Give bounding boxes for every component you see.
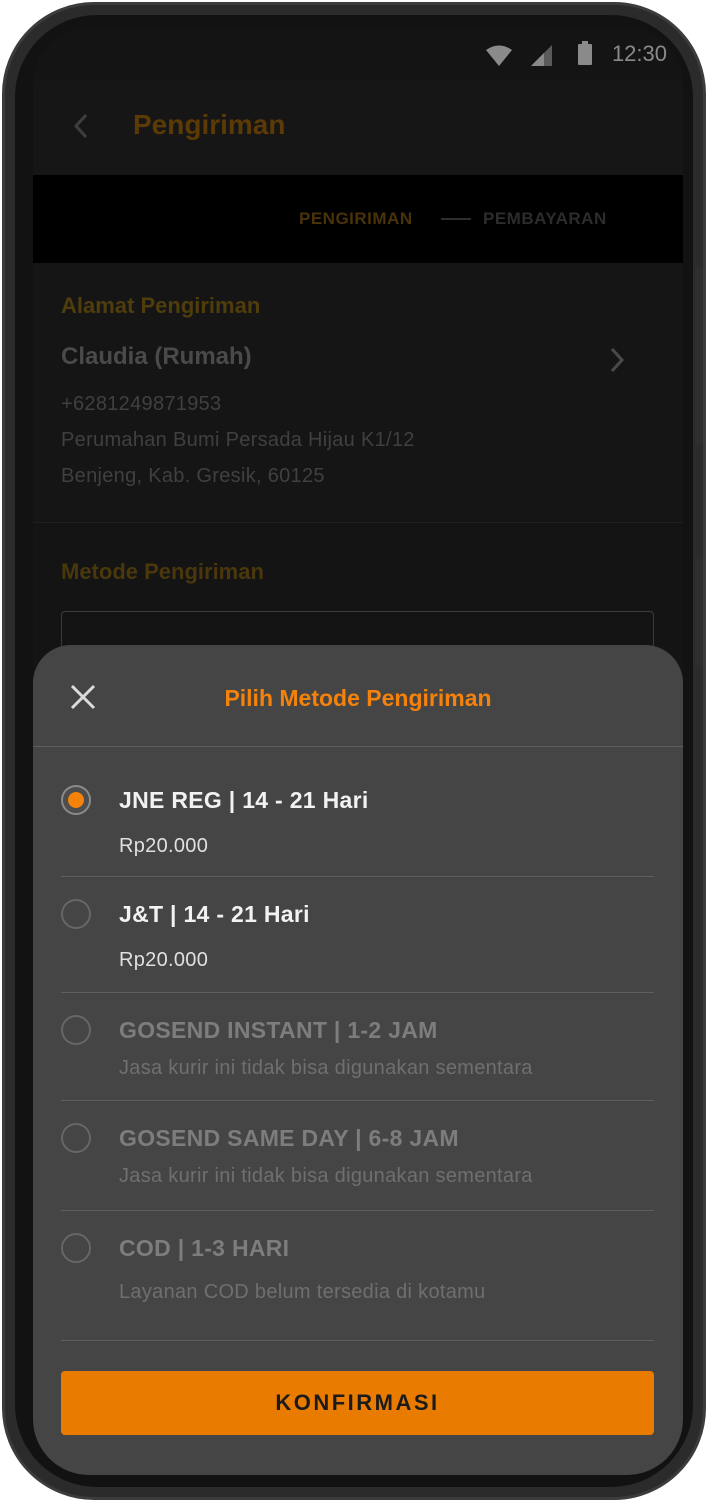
- power-button: [695, 267, 703, 445]
- option-title: GOSEND INSTANT | 1-2 JAM: [119, 1017, 438, 1043]
- address-line-2: Benjeng, Kab. Gresik, 60125: [61, 465, 325, 487]
- option-jne-reg[interactable]: JNE REG | 14 - 21 Hari Rp20.000: [61, 747, 654, 877]
- back-icon[interactable]: [73, 113, 89, 139]
- option-gosend-instant: GOSEND INSTANT | 1-2 JAM Jasa kurir ini …: [61, 993, 654, 1101]
- address-name: Claudia (Rumah): [61, 343, 252, 370]
- radio-icon: [61, 1233, 91, 1263]
- shipping-method-title: Metode Pengiriman: [61, 559, 264, 584]
- address-section-title: Alamat Pengiriman: [61, 293, 261, 318]
- status-bar: 12:30: [33, 27, 683, 81]
- wifi-icon: [486, 45, 512, 66]
- phone-frame: 12:30 Pengiriman PENGIRIMAN PEMBAYARAN A…: [2, 2, 706, 1500]
- option-unavailable-note: Jasa kurir ini tidak bisa digunakan seme…: [119, 1165, 533, 1187]
- page-title: Pengiriman: [133, 109, 286, 140]
- volume-button: [695, 557, 703, 667]
- shipping-method-sheet: Pilih Metode Pengiriman JNE REG | 14 - 2…: [33, 645, 683, 1475]
- battery-icon: [578, 41, 592, 65]
- screen: 12:30 Pengiriman PENGIRIMAN PEMBAYARAN A…: [33, 27, 683, 1475]
- radio-icon: [61, 1015, 91, 1045]
- signal-icon: [531, 45, 552, 66]
- option-title: COD | 1-3 HARI: [119, 1235, 290, 1261]
- option-jnt[interactable]: J&T | 14 - 21 Hari Rp20.000: [61, 877, 654, 993]
- step-payment: PEMBAYARAN: [483, 209, 607, 228]
- chevron-right-icon[interactable]: [609, 347, 625, 373]
- sheet-title: Pilih Metode Pengiriman: [224, 685, 492, 711]
- confirm-button[interactable]: KONFIRMASI: [61, 1371, 654, 1435]
- option-gosend-same-day: GOSEND SAME DAY | 6-8 JAM Jasa kurir ini…: [61, 1101, 654, 1211]
- radio-icon[interactable]: [61, 899, 91, 929]
- option-price: Rp20.000: [119, 949, 209, 971]
- radio-icon[interactable]: [61, 785, 91, 815]
- option-title: GOSEND SAME DAY | 6-8 JAM: [119, 1125, 459, 1151]
- option-title: J&T | 14 - 21 Hari: [119, 901, 310, 927]
- step-shipping: PENGIRIMAN: [299, 209, 413, 228]
- option-unavailable-note: Jasa kurir ini tidak bisa digunakan seme…: [119, 1057, 533, 1079]
- option-cod: COD | 1-3 HARI Layanan COD belum tersedi…: [61, 1211, 654, 1341]
- address-line-1: Perumahan Bumi Persada Hijau K1/12: [61, 429, 415, 451]
- app-bar: Pengiriman: [33, 81, 683, 175]
- address-phone: +6281249871953: [61, 393, 222, 415]
- radio-icon: [61, 1123, 91, 1153]
- sheet-header: Pilih Metode Pengiriman: [33, 645, 683, 747]
- status-time: 12:30: [611, 41, 667, 66]
- option-unavailable-note: Layanan COD belum tersedia di kotamu: [119, 1281, 486, 1303]
- option-price: Rp20.000: [119, 835, 209, 857]
- step-divider: [441, 218, 471, 220]
- checkout-stepper: PENGIRIMAN PEMBAYARAN: [33, 175, 683, 263]
- option-title: JNE REG | 14 - 21 Hari: [119, 787, 369, 813]
- address-section[interactable]: Alamat Pengiriman Claudia (Rumah) +62812…: [33, 263, 683, 523]
